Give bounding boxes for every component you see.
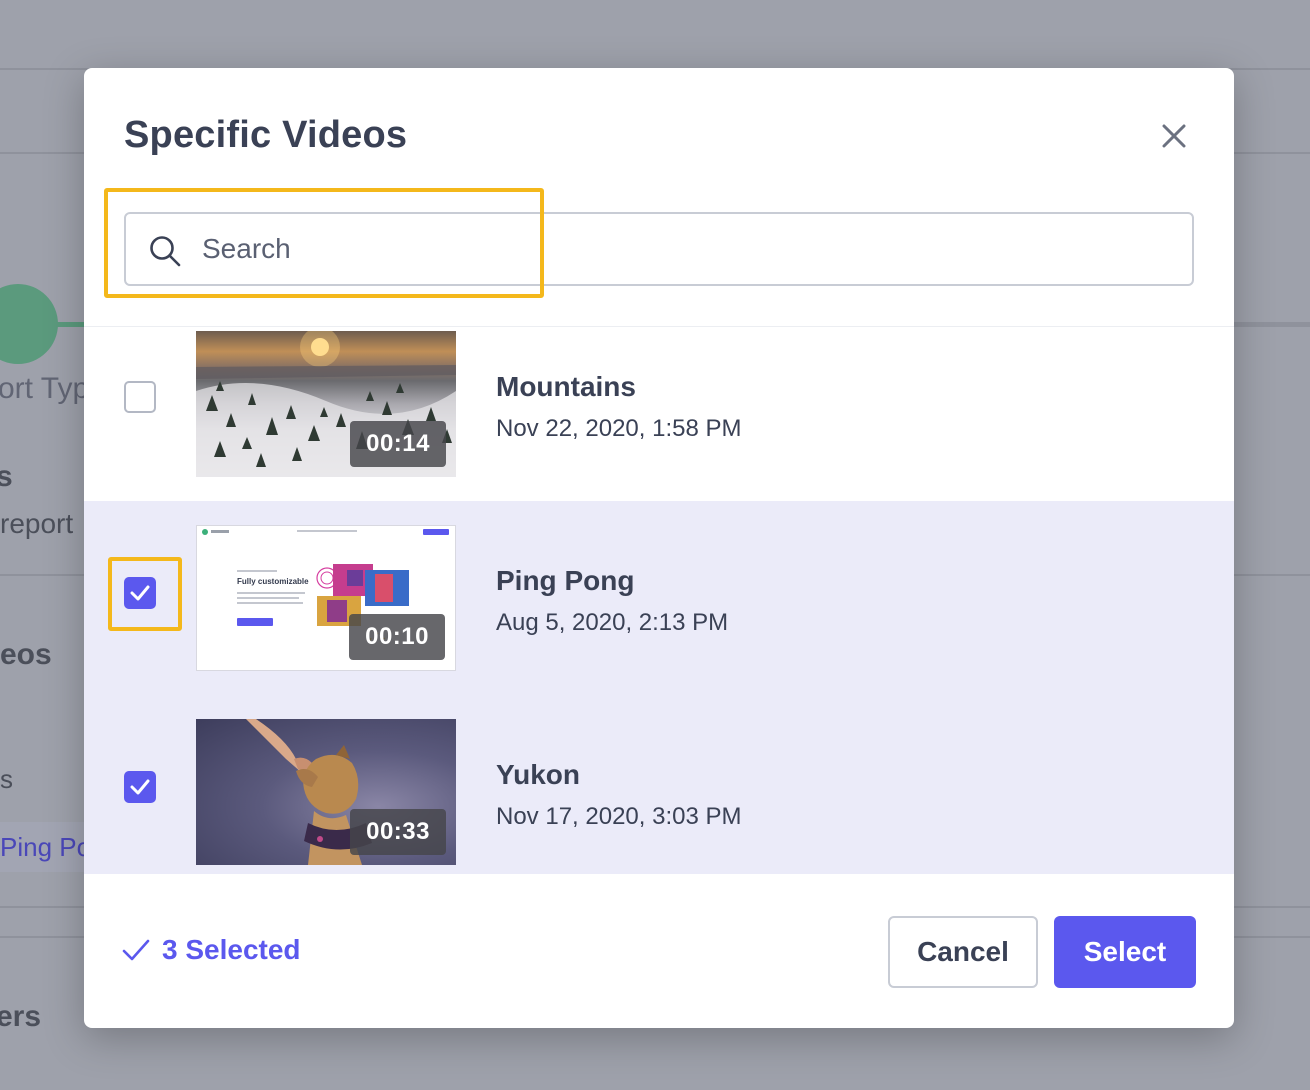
specific-videos-modal: Specific Videos Search 00:14 Mountains N…	[84, 68, 1234, 1028]
video-checkbox[interactable]	[124, 771, 156, 803]
bg-step-connector	[1234, 322, 1310, 327]
close-icon	[1162, 124, 1186, 148]
bg-step-label: ort Typ	[0, 372, 90, 405]
bg-report-step-icon	[0, 284, 58, 364]
video-thumbnail: 00:14	[196, 331, 456, 477]
bg-chip-label: Ping Po	[0, 832, 92, 862]
video-checkbox[interactable]	[124, 577, 156, 609]
bg-heading: s	[0, 460, 13, 493]
bg-videos-heading: eos	[0, 638, 52, 671]
modal-title: Specific Videos	[124, 114, 408, 156]
video-list: 00:14 Mountains Nov 22, 2020, 1:58 PM Fu…	[84, 326, 1234, 874]
video-duration-badge: 00:10	[349, 614, 445, 660]
video-date: Aug 5, 2020, 2:13 PM	[496, 609, 729, 636]
video-duration-badge: 00:33	[350, 809, 446, 855]
video-checkbox[interactable]	[124, 381, 156, 413]
video-row-ping-pong[interactable]: Fully customizable 00:10 Ping Pong Aug 5…	[84, 501, 1234, 695]
video-date: Nov 22, 2020, 1:58 PM	[496, 415, 742, 442]
search-icon	[150, 236, 181, 267]
search-box[interactable]	[124, 212, 1194, 286]
video-thumbnail: 00:33	[196, 719, 456, 865]
video-date: Nov 17, 2020, 3:03 PM	[496, 803, 742, 830]
check-icon	[130, 585, 150, 601]
video-row-yukon[interactable]: 00:33 Yukon Nov 17, 2020, 3:03 PM	[84, 695, 1234, 874]
video-thumbnail: Fully customizable 00:10	[196, 525, 456, 671]
bg-report-text: report	[0, 508, 74, 539]
selected-count[interactable]: 3 Selected	[162, 934, 301, 966]
bg-label: s	[0, 764, 13, 794]
select-button[interactable]: Select	[1054, 916, 1196, 988]
video-title: Ping Pong	[496, 565, 635, 596]
video-row-mountains[interactable]: 00:14 Mountains Nov 22, 2020, 1:58 PM	[84, 327, 1234, 521]
close-button[interactable]	[1158, 120, 1190, 152]
cancel-button[interactable]: Cancel	[888, 916, 1038, 988]
video-title: Mountains	[496, 371, 636, 402]
thumbnail-heading: Fully customizable	[237, 577, 309, 586]
bg-step-connector	[56, 322, 86, 327]
search-input[interactable]	[202, 224, 1162, 274]
check-icon	[130, 779, 150, 795]
bg-heading: ers	[0, 1000, 42, 1033]
video-title: Yukon	[496, 759, 581, 790]
video-duration-badge: 00:14	[350, 421, 446, 467]
check-icon	[122, 939, 150, 961]
